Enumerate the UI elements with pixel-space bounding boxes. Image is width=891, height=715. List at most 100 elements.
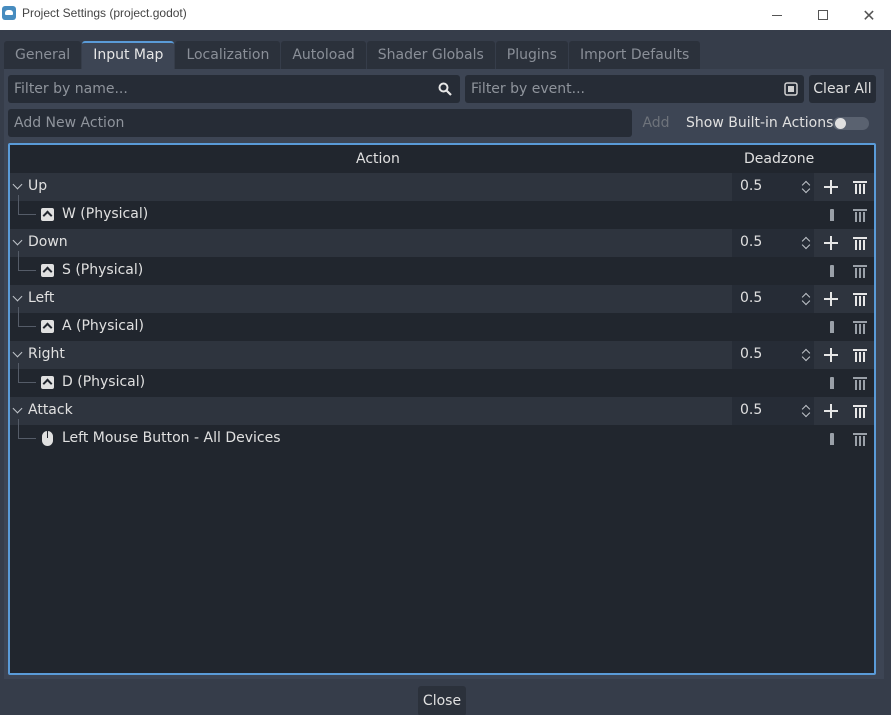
deadzone-spinbox[interactable]: 0.5 bbox=[732, 173, 814, 201]
maximize-button[interactable] bbox=[800, 0, 846, 30]
add-new-action-placeholder: Add New Action bbox=[14, 115, 125, 131]
keyboard-icon bbox=[41, 376, 54, 389]
action-row-down[interactable]: Down 0.5 bbox=[10, 229, 874, 257]
tab-autoload[interactable]: Autoload bbox=[281, 41, 366, 69]
input-map-panel: Filter by name... Filter by event... Cle… bbox=[4, 69, 884, 679]
spin-arrows-icon[interactable] bbox=[801, 179, 811, 195]
remove-action-icon[interactable] bbox=[853, 404, 867, 418]
spin-arrows-icon[interactable] bbox=[801, 347, 811, 363]
edit-event-icon[interactable] bbox=[830, 265, 834, 277]
remove-event-icon[interactable] bbox=[853, 264, 867, 278]
spin-arrows-icon[interactable] bbox=[801, 291, 811, 307]
action-name: Up bbox=[28, 178, 48, 194]
action-tree[interactable]: Action Deadzone Up 0.5 W (Physical) Down… bbox=[8, 143, 876, 675]
close-window-button[interactable]: ✕ bbox=[846, 0, 891, 30]
action-row-right[interactable]: Right 0.5 bbox=[10, 341, 874, 369]
minimize-button[interactable] bbox=[754, 0, 800, 30]
event-name: A (Physical) bbox=[62, 318, 144, 334]
deadzone-value: 0.5 bbox=[740, 290, 763, 306]
column-header-deadzone: Deadzone bbox=[744, 151, 815, 167]
spin-arrows-icon[interactable] bbox=[801, 235, 811, 251]
chevron-down-icon[interactable] bbox=[12, 291, 23, 302]
window-title: Project Settings (project.godot) bbox=[22, 6, 187, 20]
tab-general[interactable]: General bbox=[4, 41, 82, 69]
remove-event-icon[interactable] bbox=[853, 376, 867, 390]
event-row-right[interactable]: D (Physical) bbox=[10, 363, 874, 397]
event-name: Left Mouse Button - All Devices bbox=[62, 430, 281, 446]
title-bar: Project Settings (project.godot) ✕ bbox=[0, 0, 891, 30]
action-row-attack[interactable]: Attack 0.5 bbox=[10, 397, 874, 425]
add-new-action-input[interactable]: Add New Action bbox=[8, 109, 632, 137]
filter-name-placeholder: Filter by name... bbox=[14, 81, 128, 97]
tree-connector bbox=[18, 307, 36, 327]
event-row-up[interactable]: W (Physical) bbox=[10, 195, 874, 229]
show-builtin-actions-label: Show Built-in Actions bbox=[686, 115, 834, 131]
deadzone-spinbox[interactable]: 0.5 bbox=[732, 285, 814, 313]
add-event-icon[interactable] bbox=[824, 292, 838, 306]
action-name: Left bbox=[28, 290, 55, 306]
keyboard-icon bbox=[41, 264, 54, 277]
chevron-down-icon[interactable] bbox=[12, 403, 23, 414]
godot-icon bbox=[2, 6, 16, 20]
tree-connector bbox=[18, 363, 36, 383]
remove-action-icon[interactable] bbox=[853, 292, 867, 306]
event-row-down[interactable]: S (Physical) bbox=[10, 251, 874, 285]
add-event-icon[interactable] bbox=[824, 404, 838, 418]
listen-event-icon[interactable] bbox=[784, 82, 798, 96]
tab-shader-globals[interactable]: Shader Globals bbox=[366, 41, 495, 69]
chevron-down-icon[interactable] bbox=[12, 235, 23, 246]
edit-event-icon[interactable] bbox=[830, 433, 834, 445]
remove-action-icon[interactable] bbox=[853, 180, 867, 194]
tab-plugins[interactable]: Plugins bbox=[495, 41, 568, 69]
filter-by-name-input[interactable]: Filter by name... bbox=[8, 75, 460, 103]
filter-by-event-input[interactable]: Filter by event... bbox=[465, 75, 804, 103]
chevron-down-icon[interactable] bbox=[12, 179, 23, 190]
deadzone-value: 0.5 bbox=[740, 402, 763, 418]
action-row-left[interactable]: Left 0.5 bbox=[10, 285, 874, 313]
action-name: Down bbox=[28, 234, 68, 250]
tree-connector bbox=[18, 195, 36, 215]
remove-action-icon[interactable] bbox=[853, 348, 867, 362]
deadzone-spinbox[interactable]: 0.5 bbox=[732, 341, 814, 369]
deadzone-value: 0.5 bbox=[740, 178, 763, 194]
edit-event-icon[interactable] bbox=[830, 321, 834, 333]
remove-event-icon[interactable] bbox=[853, 320, 867, 334]
edit-event-icon[interactable] bbox=[830, 377, 834, 389]
add-action-button[interactable]: Add bbox=[638, 109, 674, 137]
add-event-icon[interactable] bbox=[824, 180, 838, 194]
add-event-icon[interactable] bbox=[824, 348, 838, 362]
tree-header: Action Deadzone bbox=[10, 145, 874, 173]
filter-event-placeholder: Filter by event... bbox=[471, 81, 585, 97]
remove-action-icon[interactable] bbox=[853, 236, 867, 250]
add-event-icon[interactable] bbox=[824, 236, 838, 250]
edit-event-icon[interactable] bbox=[830, 209, 834, 221]
remove-event-icon[interactable] bbox=[853, 208, 867, 222]
show-builtin-actions-toggle[interactable] bbox=[833, 117, 869, 130]
chevron-down-icon[interactable] bbox=[12, 347, 23, 358]
deadzone-value: 0.5 bbox=[740, 346, 763, 362]
tab-input-map[interactable]: Input Map bbox=[82, 41, 175, 69]
action-row-up[interactable]: Up 0.5 bbox=[10, 173, 874, 201]
close-button[interactable]: Close bbox=[418, 686, 466, 715]
deadzone-spinbox[interactable]: 0.5 bbox=[732, 229, 814, 257]
event-name: D (Physical) bbox=[62, 374, 146, 390]
tree-connector bbox=[18, 419, 36, 439]
event-name: S (Physical) bbox=[62, 262, 144, 278]
remove-event-icon[interactable] bbox=[853, 432, 867, 446]
settings-tabs: General Input Map Localization Autoload … bbox=[4, 41, 701, 69]
spin-arrows-icon[interactable] bbox=[801, 403, 811, 419]
close-icon: ✕ bbox=[862, 5, 876, 25]
event-row-attack[interactable]: Left Mouse Button - All Devices bbox=[10, 419, 874, 453]
maximize-icon bbox=[818, 10, 828, 20]
deadzone-value: 0.5 bbox=[740, 234, 763, 250]
tree-connector bbox=[18, 251, 36, 271]
clear-all-button[interactable]: Clear All bbox=[809, 75, 876, 103]
event-name: W (Physical) bbox=[62, 206, 149, 222]
keyboard-icon bbox=[41, 320, 54, 333]
tab-localization[interactable]: Localization bbox=[175, 41, 281, 69]
deadzone-spinbox[interactable]: 0.5 bbox=[732, 397, 814, 425]
action-name: Right bbox=[28, 346, 65, 362]
action-name: Attack bbox=[28, 402, 73, 418]
tab-import-defaults[interactable]: Import Defaults bbox=[568, 41, 701, 69]
event-row-left[interactable]: A (Physical) bbox=[10, 307, 874, 341]
